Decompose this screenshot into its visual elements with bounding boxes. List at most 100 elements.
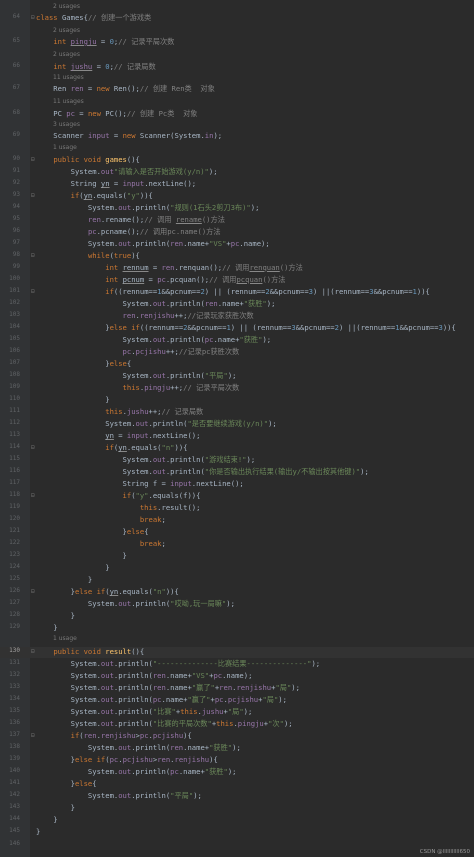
code-text[interactable]: System.out.println("比赛的平局次数"+this.pingju… xyxy=(36,719,293,729)
code-text[interactable]: if(yn.equals("y")){ xyxy=(36,191,153,200)
code-token: "获胜" xyxy=(204,767,228,776)
code-text[interactable]: break; xyxy=(36,515,166,524)
code-text[interactable]: pc.pcjishu++;//记录pc获胜次数 xyxy=(36,347,240,357)
code-token: if xyxy=(122,491,132,500)
code-text[interactable]: System.out.println(pc.name+"获胜"); xyxy=(36,335,272,345)
code-text[interactable]: System.out.println(pc.name+"赢了"+pc.pcjis… xyxy=(36,695,287,705)
fold-toggle-icon[interactable]: ⊟ xyxy=(31,648,35,655)
fold-toggle-icon[interactable]: ⊟ xyxy=(31,588,35,595)
code-text[interactable]: ren.renjishu++;//记录玩家获胜次数 xyxy=(36,311,254,321)
code-text[interactable]: } xyxy=(36,827,40,836)
code-text[interactable]: break; xyxy=(36,539,166,548)
code-text[interactable]: String f = input.nextLine(); xyxy=(36,479,244,488)
code-token: )) xyxy=(139,191,149,200)
code-line: 141 }else{ xyxy=(0,779,474,790)
code-text[interactable]: } xyxy=(36,395,109,404)
usage-hint-text[interactable]: 3 usages xyxy=(53,121,80,128)
code-text[interactable]: int rennum = ren.renquan();// 调用renquan(… xyxy=(36,263,303,273)
code-text[interactable]: System.out.println("比赛"+this.jushu+"局"); xyxy=(36,707,253,717)
usage-hint-text[interactable]: 11 usages xyxy=(53,74,84,81)
code-text[interactable]: }else if((rennum==2&&pcnum==1) || (rennu… xyxy=(36,323,456,332)
code-text[interactable]: System.out.println(pc.name+"获胜"); xyxy=(36,767,237,777)
usage-hint-text[interactable]: 2 usages xyxy=(53,51,80,58)
code-text[interactable]: } xyxy=(36,575,92,584)
fold-toggle-icon[interactable]: ⊟ xyxy=(31,252,35,259)
code-line: 98 while(true){ xyxy=(0,251,474,262)
code-text[interactable]: }else{ xyxy=(36,527,149,536)
code-token: "--------------比赛结果--------------" xyxy=(152,659,312,668)
code-text[interactable]: System.out.println("游戏结束!"); xyxy=(36,455,256,465)
code-text[interactable]: }else{ xyxy=(36,359,131,368)
usage-hint-text[interactable]: 1 usage xyxy=(53,144,77,151)
code-text[interactable]: System.out.println(ren.name+"VS"+pc.name… xyxy=(36,671,253,680)
code-text[interactable]: } xyxy=(36,551,127,560)
code-editor[interactable]: 2 usages 64 class Games{// 创建一个游戏类 2 usages… xyxy=(0,0,474,857)
code-line: 108 System.out.println("平局"); xyxy=(0,371,474,382)
code-text[interactable]: System.out.println("规则(1石头2剪刀3布)"); xyxy=(36,203,260,213)
code-text[interactable]: if("y".equals(f)){ xyxy=(36,491,201,500)
code-text[interactable]: Scanner input = new Scanner(System.in); xyxy=(36,131,222,140)
code-text[interactable]: } xyxy=(36,815,57,824)
code-text[interactable]: PC pc = new PC();// 创建 Pc类 对象 xyxy=(36,109,197,119)
code-text[interactable]: } xyxy=(36,623,57,632)
code-text[interactable]: } xyxy=(36,803,75,812)
code-text[interactable]: System.out.println("哎呦,玩一局嘛"); xyxy=(36,599,235,609)
code-token: ); xyxy=(360,467,369,476)
usage-hint-text[interactable]: 1 usage xyxy=(53,635,77,642)
code-text[interactable]: System.out.println("你是否输出执行结果(输出y/不输出按其他… xyxy=(36,467,369,477)
fold-toggle-icon[interactable]: ⊟ xyxy=(31,14,35,21)
code-text[interactable]: System.out.println("平局"); xyxy=(36,371,237,381)
fold-toggle-icon[interactable]: ⊟ xyxy=(31,288,35,295)
code-text[interactable]: if((rennum==1&&pcnum==2) || (rennum==2&&… xyxy=(36,287,430,296)
fold-toggle-icon[interactable]: ⊟ xyxy=(31,492,35,499)
code-text[interactable]: System.out.println("--------------比赛结果--… xyxy=(36,659,320,669)
code-text[interactable]: public void games(){ xyxy=(36,155,140,164)
usage-hint-text[interactable]: 2 usages xyxy=(53,27,80,34)
fold-toggle-icon[interactable]: ⊟ xyxy=(31,156,35,163)
code-text[interactable]: while(true){ xyxy=(36,251,140,260)
code-token: // 创建 Ren类 对象 xyxy=(139,84,215,93)
code-text[interactable]: System.out.println(ren.name+"获胜"); xyxy=(36,299,276,309)
code-text[interactable]: System.out"请输入是否开始游戏(y/n)"); xyxy=(36,167,218,177)
code-text[interactable]: this.jushu++;// 记录局数 xyxy=(36,407,203,417)
code-text[interactable]: System.out.println(ren.name+"获胜"); xyxy=(36,743,241,753)
code-text[interactable]: this.result(); xyxy=(36,503,201,512)
code-token: out xyxy=(100,695,114,704)
fold-toggle-icon[interactable]: ⊟ xyxy=(31,444,35,451)
code-text[interactable]: } xyxy=(36,611,75,620)
code-text[interactable]: }else if(yn.equals("n")){ xyxy=(36,587,179,596)
code-text[interactable]: int pcnum = pc.pcquan();// 调用pcquan()方法 xyxy=(36,275,285,285)
usage-hint-text[interactable]: 2 usages xyxy=(53,3,80,10)
code-text[interactable]: String yn = input.nextLine(); xyxy=(36,179,197,188)
code-text[interactable]: pc.pcname();// 调用pc.name()方法 xyxy=(36,227,221,237)
code-text[interactable]: } xyxy=(36,563,109,572)
code-line: 140 System.out.println(pc.name+"获胜"); xyxy=(0,767,474,778)
fold-toggle-icon[interactable]: ⊟ xyxy=(31,192,35,199)
code-text[interactable]: }else{ xyxy=(36,779,97,788)
code-token: else xyxy=(126,527,145,536)
code-text[interactable]: yn = input.nextLine(); xyxy=(36,431,200,440)
code-text[interactable]: if(ren.renjishu>pc.pcjishu){ xyxy=(36,731,192,740)
code-text[interactable]: if(yn.equals("n")){ xyxy=(36,443,187,452)
code-text[interactable]: System.out.println(ren.name+"赢了"+ren.ren… xyxy=(36,683,300,693)
code-text[interactable]: System.out.println("是否要继续游戏(y/n)"); xyxy=(36,419,277,429)
usage-hint-text[interactable]: 11 usages xyxy=(53,98,84,105)
code-text[interactable]: System.out.println(ren.name+"VS"+pc.name… xyxy=(36,239,270,248)
code-text[interactable]: int jushu = 0;// 记录局数 xyxy=(36,62,155,72)
code-text[interactable]: int pingju = 0;// 记录平局次数 xyxy=(36,37,174,47)
code-text[interactable]: System.out.println("平局"); xyxy=(36,791,202,801)
fold-toggle-icon[interactable]: ⊟ xyxy=(31,732,35,739)
code-token: out xyxy=(100,707,114,716)
code-token: jushu xyxy=(70,62,93,71)
code-token: .nextLine(); xyxy=(144,179,197,188)
code-token: System. xyxy=(36,203,119,212)
code-text[interactable]: ren.rename();// 调用 rename()方法 xyxy=(36,215,225,225)
code-text[interactable]: }else if(pc.pcjishu>ren.renjishu){ xyxy=(36,755,218,764)
code-text[interactable]: this.pingju++;// 记录平局次数 xyxy=(36,383,240,393)
code-text[interactable]: class Games{// 创建一个游戏类 xyxy=(36,13,151,23)
code-text[interactable]: Ren ren = new Ren();// 创建 Ren类 对象 xyxy=(36,84,215,94)
code-token: = xyxy=(148,263,162,272)
code-text[interactable]: public void result(){ xyxy=(36,647,144,656)
